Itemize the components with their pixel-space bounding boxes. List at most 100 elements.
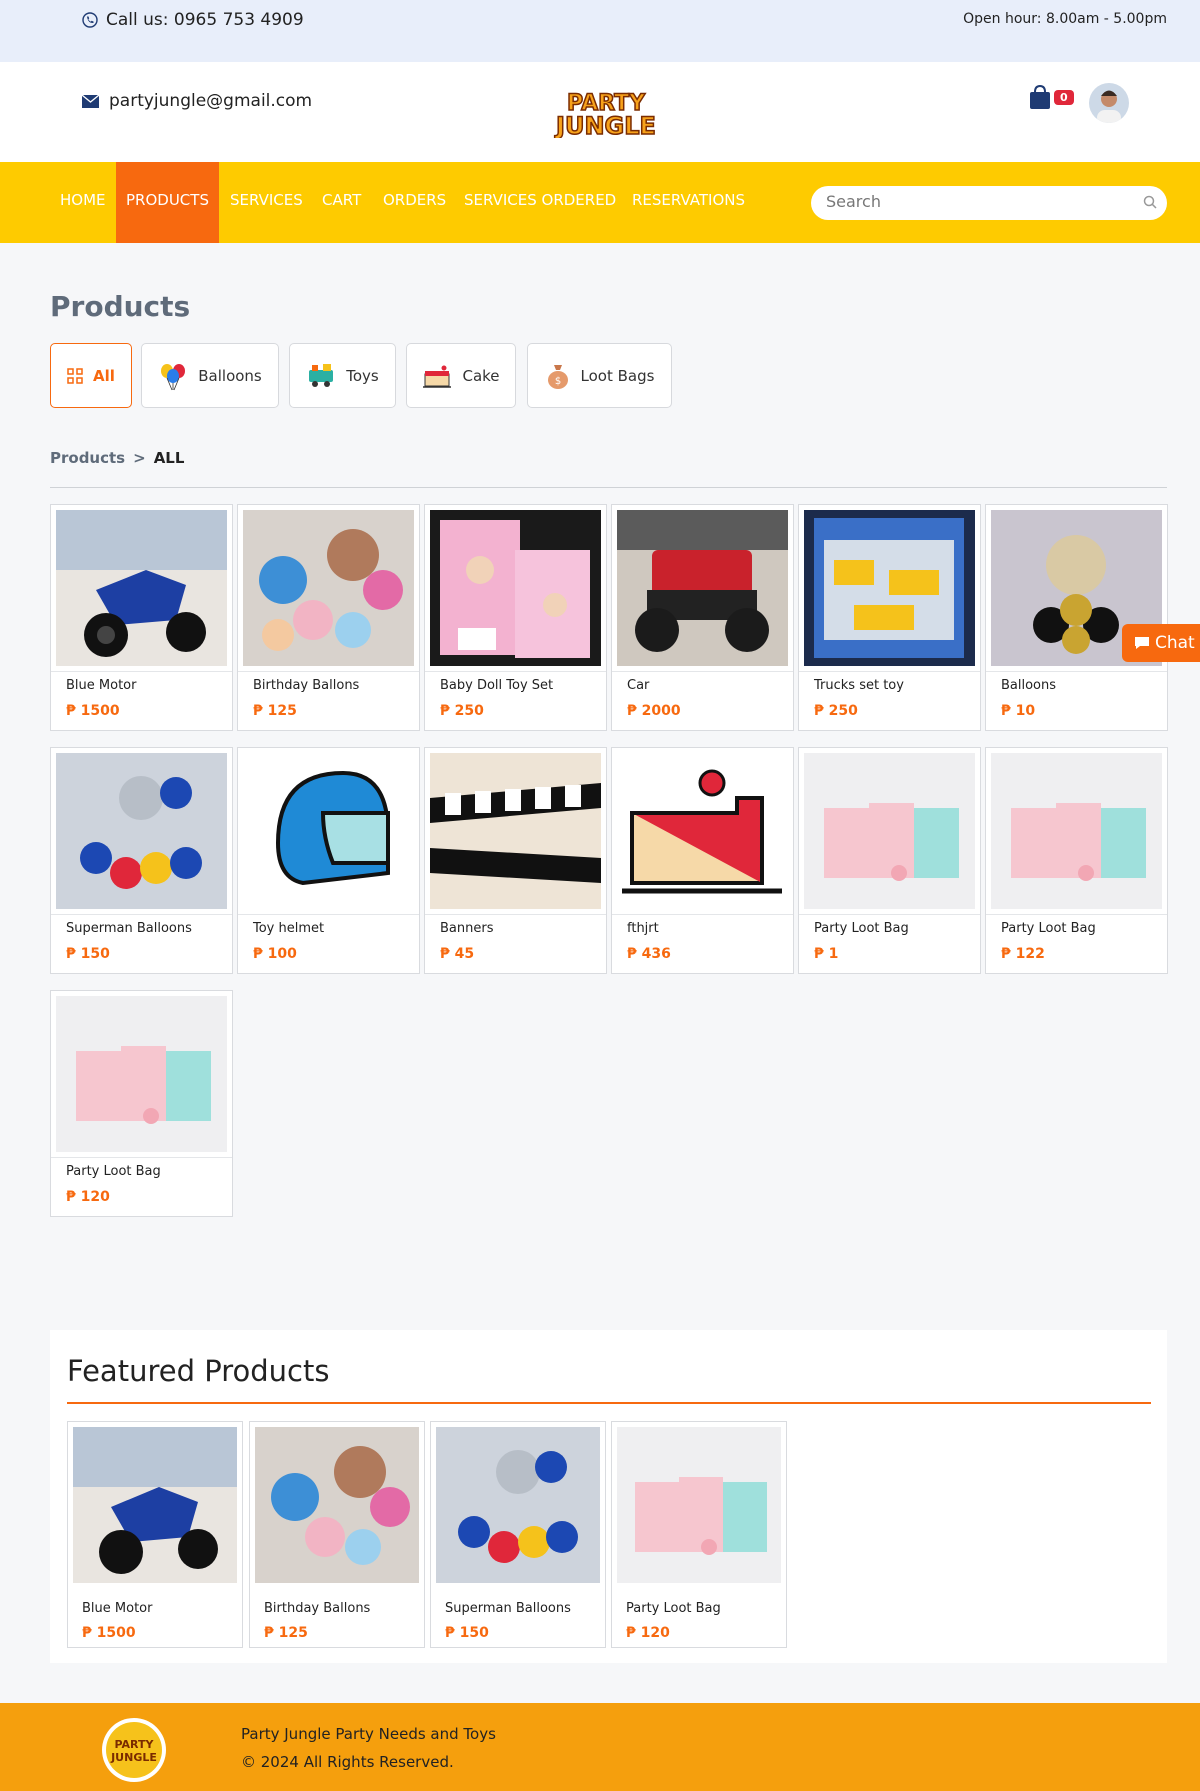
page-title: Products [50,290,191,323]
money-bag-icon: $ [547,364,568,389]
svg-text:JUNGLE: JUNGLE [554,112,656,138]
footer-company-name: Party Jungle Party Needs and Toys [241,1725,496,1743]
party-jungle-logo[interactable]: PARTY JUNGLE [535,86,677,138]
product-name: fthjrt [627,921,659,936]
breadcrumb-root[interactable]: Products [50,449,125,467]
product-name: Balloons [1001,678,1057,693]
balloons-icon [161,363,186,390]
phone-icon [82,12,98,28]
product-card[interactable]: fthjrt ₱ 436 [611,747,794,974]
category-loot-bags[interactable]: $ Loot Bags [527,343,672,408]
category-cake[interactable]: Cake [406,343,516,408]
phone-info: Call us: 0965 753 4909 [82,10,304,30]
featured-product-card[interactable]: Party Loot Bag ₱ 120 [611,1421,787,1648]
product-price: ₱ 125 [253,703,297,719]
featured-product-card[interactable]: Birthday Ballons ₱ 125 [249,1421,425,1648]
featured-product-card[interactable]: Superman Balloons ₱ 150 [430,1421,606,1648]
product-name: Party Loot Bag [814,921,909,936]
product-name: Birthday Ballons [253,678,360,693]
grid-icon [67,367,83,384]
product-card[interactable]: Toy helmet ₱ 100 [237,747,420,974]
category-balloons[interactable]: Balloons [141,343,279,408]
nav-home[interactable]: HOME [50,162,116,243]
product-name: Blue Motor [82,1601,153,1616]
product-name: Baby Doll Toy Set [440,678,554,693]
product-image [255,1427,419,1583]
product-card[interactable]: Balloons ₱ 10 [985,504,1168,731]
featured-product-card[interactable]: Blue Motor ₱ 1500 [67,1421,243,1648]
chat-label: Chat [1155,633,1195,653]
divider [50,487,1167,488]
user-avatar[interactable] [1089,83,1129,123]
product-price: ₱ 150 [66,946,110,962]
open-hours: Open hour: 8.00am - 5.00pm [963,11,1167,27]
toy-train-icon [309,363,334,387]
email-info: partyjungle@gmail.com [82,91,312,111]
product-price: ₱ 100 [253,946,297,962]
product-name: Trucks set toy [814,678,904,693]
product-price: ₱ 1 [814,946,839,962]
product-image [430,753,601,909]
product-price: ₱ 250 [814,703,858,719]
product-image [56,753,227,909]
product-image [804,510,975,666]
category-all[interactable]: All [50,343,132,408]
svg-text:PARTY: PARTY [114,1738,154,1751]
phone-text: Call us: 0965 753 4909 [106,10,304,30]
product-name: Superman Balloons [445,1601,571,1616]
top-bar: Call us: 0965 753 4909 Open hour: 8.00am… [0,0,1200,62]
nav-services-ordered[interactable]: SERVICES ORDERED [454,162,626,243]
breadcrumb-separator: > [133,449,146,467]
product-price: ₱ 1500 [82,1625,136,1641]
product-name: Party Loot Bag [626,1601,721,1616]
header: partyjungle@gmail.com PARTY JUNGLE 0 [0,62,1200,162]
product-image [430,510,601,666]
product-price: ₱ 10 [1001,703,1036,719]
product-price: ₱ 1500 [66,703,120,719]
product-name: Banners [440,921,494,936]
product-name: Superman Balloons [66,921,192,936]
category-toys[interactable]: Toys [289,343,396,408]
footer: PARTY JUNGLE Party Jungle Party Needs and… [0,1703,1200,1791]
product-card[interactable]: Birthday Ballons ₱ 125 [237,504,420,731]
product-card[interactable]: Trucks set toy ₱ 250 [798,504,981,731]
product-card[interactable]: Car ₱ 2000 [611,504,794,731]
chat-bubble-icon [1135,637,1149,649]
nav-orders[interactable]: ORDERS [373,162,456,243]
product-image [56,996,227,1152]
breadcrumb: Products > ALL [50,449,184,467]
product-image [991,753,1162,909]
nav-products[interactable]: PRODUCTS [116,162,219,243]
product-price: ₱ 45 [440,946,475,962]
category-cake-label: Cake [462,366,500,385]
product-card[interactable]: Blue Motor ₱ 1500 [50,504,233,731]
nav-services[interactable]: SERVICES [220,162,313,243]
product-image [243,753,414,909]
product-image [73,1427,237,1583]
product-card[interactable]: Superman Balloons ₱ 150 [50,747,233,974]
product-card[interactable]: Party Loot Bag ₱ 122 [985,747,1168,974]
product-card[interactable]: Banners ₱ 45 [424,747,607,974]
cart-button[interactable]: 0 [1028,84,1078,116]
email-text: partyjungle@gmail.com [109,91,313,111]
shopping-bag-icon [1030,84,1050,109]
product-image [617,753,788,909]
product-price: ₱ 125 [264,1625,308,1641]
product-name: Party Loot Bag [1001,921,1096,936]
nav-reservations[interactable]: RESERVATIONS [622,162,755,243]
product-price: ₱ 250 [440,703,484,719]
product-image [617,510,788,666]
chat-button[interactable]: Chat [1122,624,1200,662]
featured-products-section: Featured Products Blue Motor ₱ 1500 Birt… [50,1330,1167,1663]
product-card[interactable]: Baby Doll Toy Set ₱ 250 [424,504,607,731]
product-card[interactable]: Party Loot Bag ₱ 120 [50,990,233,1217]
category-all-label: All [93,366,115,385]
envelope-icon [82,94,99,108]
product-card[interactable]: Party Loot Bag ₱ 1 [798,747,981,974]
product-price: ₱ 120 [626,1625,670,1641]
search-input[interactable] [826,192,1126,211]
product-image [243,510,414,666]
cart-count-badge: 0 [1054,90,1074,105]
nav-cart[interactable]: CART [312,162,371,243]
search-icon[interactable] [1143,195,1157,209]
